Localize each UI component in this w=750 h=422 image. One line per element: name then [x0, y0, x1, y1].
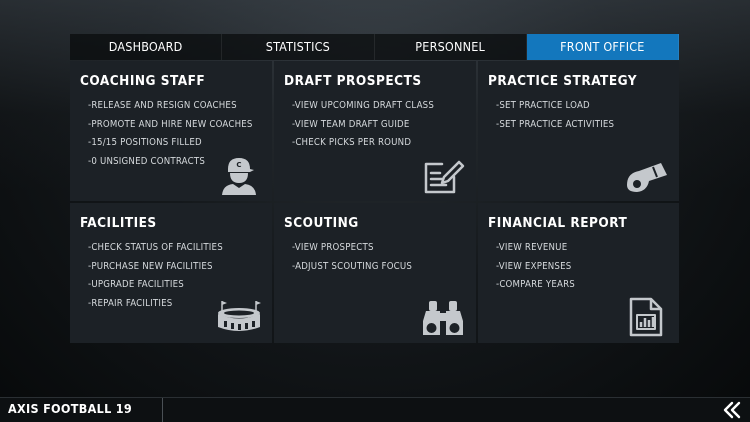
- card-title: FINANCIAL REPORT: [488, 215, 628, 231]
- notepad-pencil-icon: [420, 155, 466, 195]
- list-item: -VIEW REVENUE: [496, 242, 568, 253]
- binoculars-icon: [420, 297, 466, 337]
- card-financial-report[interactable]: FINANCIAL REPORT -VIEW REVENUE -VIEW EXP…: [478, 203, 679, 343]
- card-draft-prospects[interactable]: DRAFT PROSPECTS -VIEW UPCOMING DRAFT CLA…: [274, 61, 476, 201]
- svg-text:C: C: [236, 161, 241, 169]
- coach-icon: C: [216, 155, 262, 195]
- list-item: -VIEW UPCOMING DRAFT CLASS: [292, 100, 435, 111]
- card-title: COACHING STAFF: [80, 73, 206, 89]
- list-item: -CHECK PICKS PER ROUND: [292, 137, 412, 149]
- card-title: DRAFT PROSPECTS: [284, 73, 422, 89]
- divider: [162, 398, 163, 422]
- list-item: -ADJUST SCOUTING FOCUS: [292, 260, 413, 272]
- list-item: -VIEW TEAM DRAFT GUIDE: [292, 118, 410, 130]
- card-title: SCOUTING: [284, 215, 359, 231]
- list-item: -VIEW PROSPECTS: [292, 242, 374, 253]
- tab-personnel[interactable]: PERSONNEL: [374, 34, 527, 60]
- double-chevron-left-icon[interactable]: [722, 401, 742, 419]
- card-items: -VIEW UPCOMING DRAFT CLASS -VIEW TEAM DR…: [284, 97, 466, 153]
- game-title: AXIS FOOTBALL 19: [8, 401, 133, 416]
- list-item: -CHECK STATUS OF FACILITIES: [88, 242, 223, 253]
- tab-front-office[interactable]: FRONT OFFICE: [526, 34, 679, 60]
- bottom-bar: AXIS FOOTBALL 19: [0, 397, 750, 422]
- front-office-grid: COACHING STAFF -RELEASE AND RESIGN COACH…: [70, 61, 679, 343]
- card-items: -SET PRACTICE LOAD -SET PRACTICE ACTIVIT…: [488, 97, 669, 134]
- card-title: PRACTICE STRATEGY: [488, 73, 638, 89]
- tab-dashboard[interactable]: DASHBOARD: [70, 34, 223, 60]
- card-scouting[interactable]: SCOUTING -VIEW PROSPECTS -ADJUST SCOUTIN…: [274, 203, 476, 343]
- tab-bar: DASHBOARD STATISTICS PERSONNEL FRONT OFF…: [70, 34, 679, 60]
- whistle-icon: [623, 155, 669, 195]
- report-chart-icon: [623, 297, 669, 337]
- card-coaching-staff[interactable]: COACHING STAFF -RELEASE AND RESIGN COACH…: [70, 61, 272, 201]
- tab-statistics[interactable]: STATISTICS: [222, 34, 375, 60]
- card-items: -VIEW REVENUE -VIEW EXPENSES -COMPARE YE…: [488, 239, 669, 295]
- card-title: FACILITIES: [80, 215, 157, 231]
- card-practice-strategy[interactable]: PRACTICE STRATEGY -SET PRACTICE LOAD -SE…: [478, 61, 679, 201]
- card-items: -VIEW PROSPECTS -ADJUST SCOUTING FOCUS: [284, 239, 466, 276]
- list-item: -SET PRACTICE ACTIVITIES: [496, 118, 615, 130]
- card-facilities[interactable]: FACILITIES -CHECK STATUS OF FACILITIES -…: [70, 203, 272, 343]
- list-item: -COMPARE YEARS: [496, 279, 575, 291]
- list-item: -PURCHASE NEW FACILITIES: [88, 260, 213, 272]
- list-item: -RELEASE AND RESIGN COACHES: [88, 100, 237, 111]
- list-item: -UPGRADE FACILITIES: [88, 279, 184, 291]
- stadium-icon: [216, 297, 262, 337]
- list-item: -PROMOTE AND HIRE NEW COACHES: [88, 118, 253, 130]
- list-item: -VIEW EXPENSES: [496, 260, 572, 272]
- list-item: -SET PRACTICE LOAD: [496, 100, 590, 111]
- list-item: -15/15 POSITIONS FILLED: [88, 137, 202, 149]
